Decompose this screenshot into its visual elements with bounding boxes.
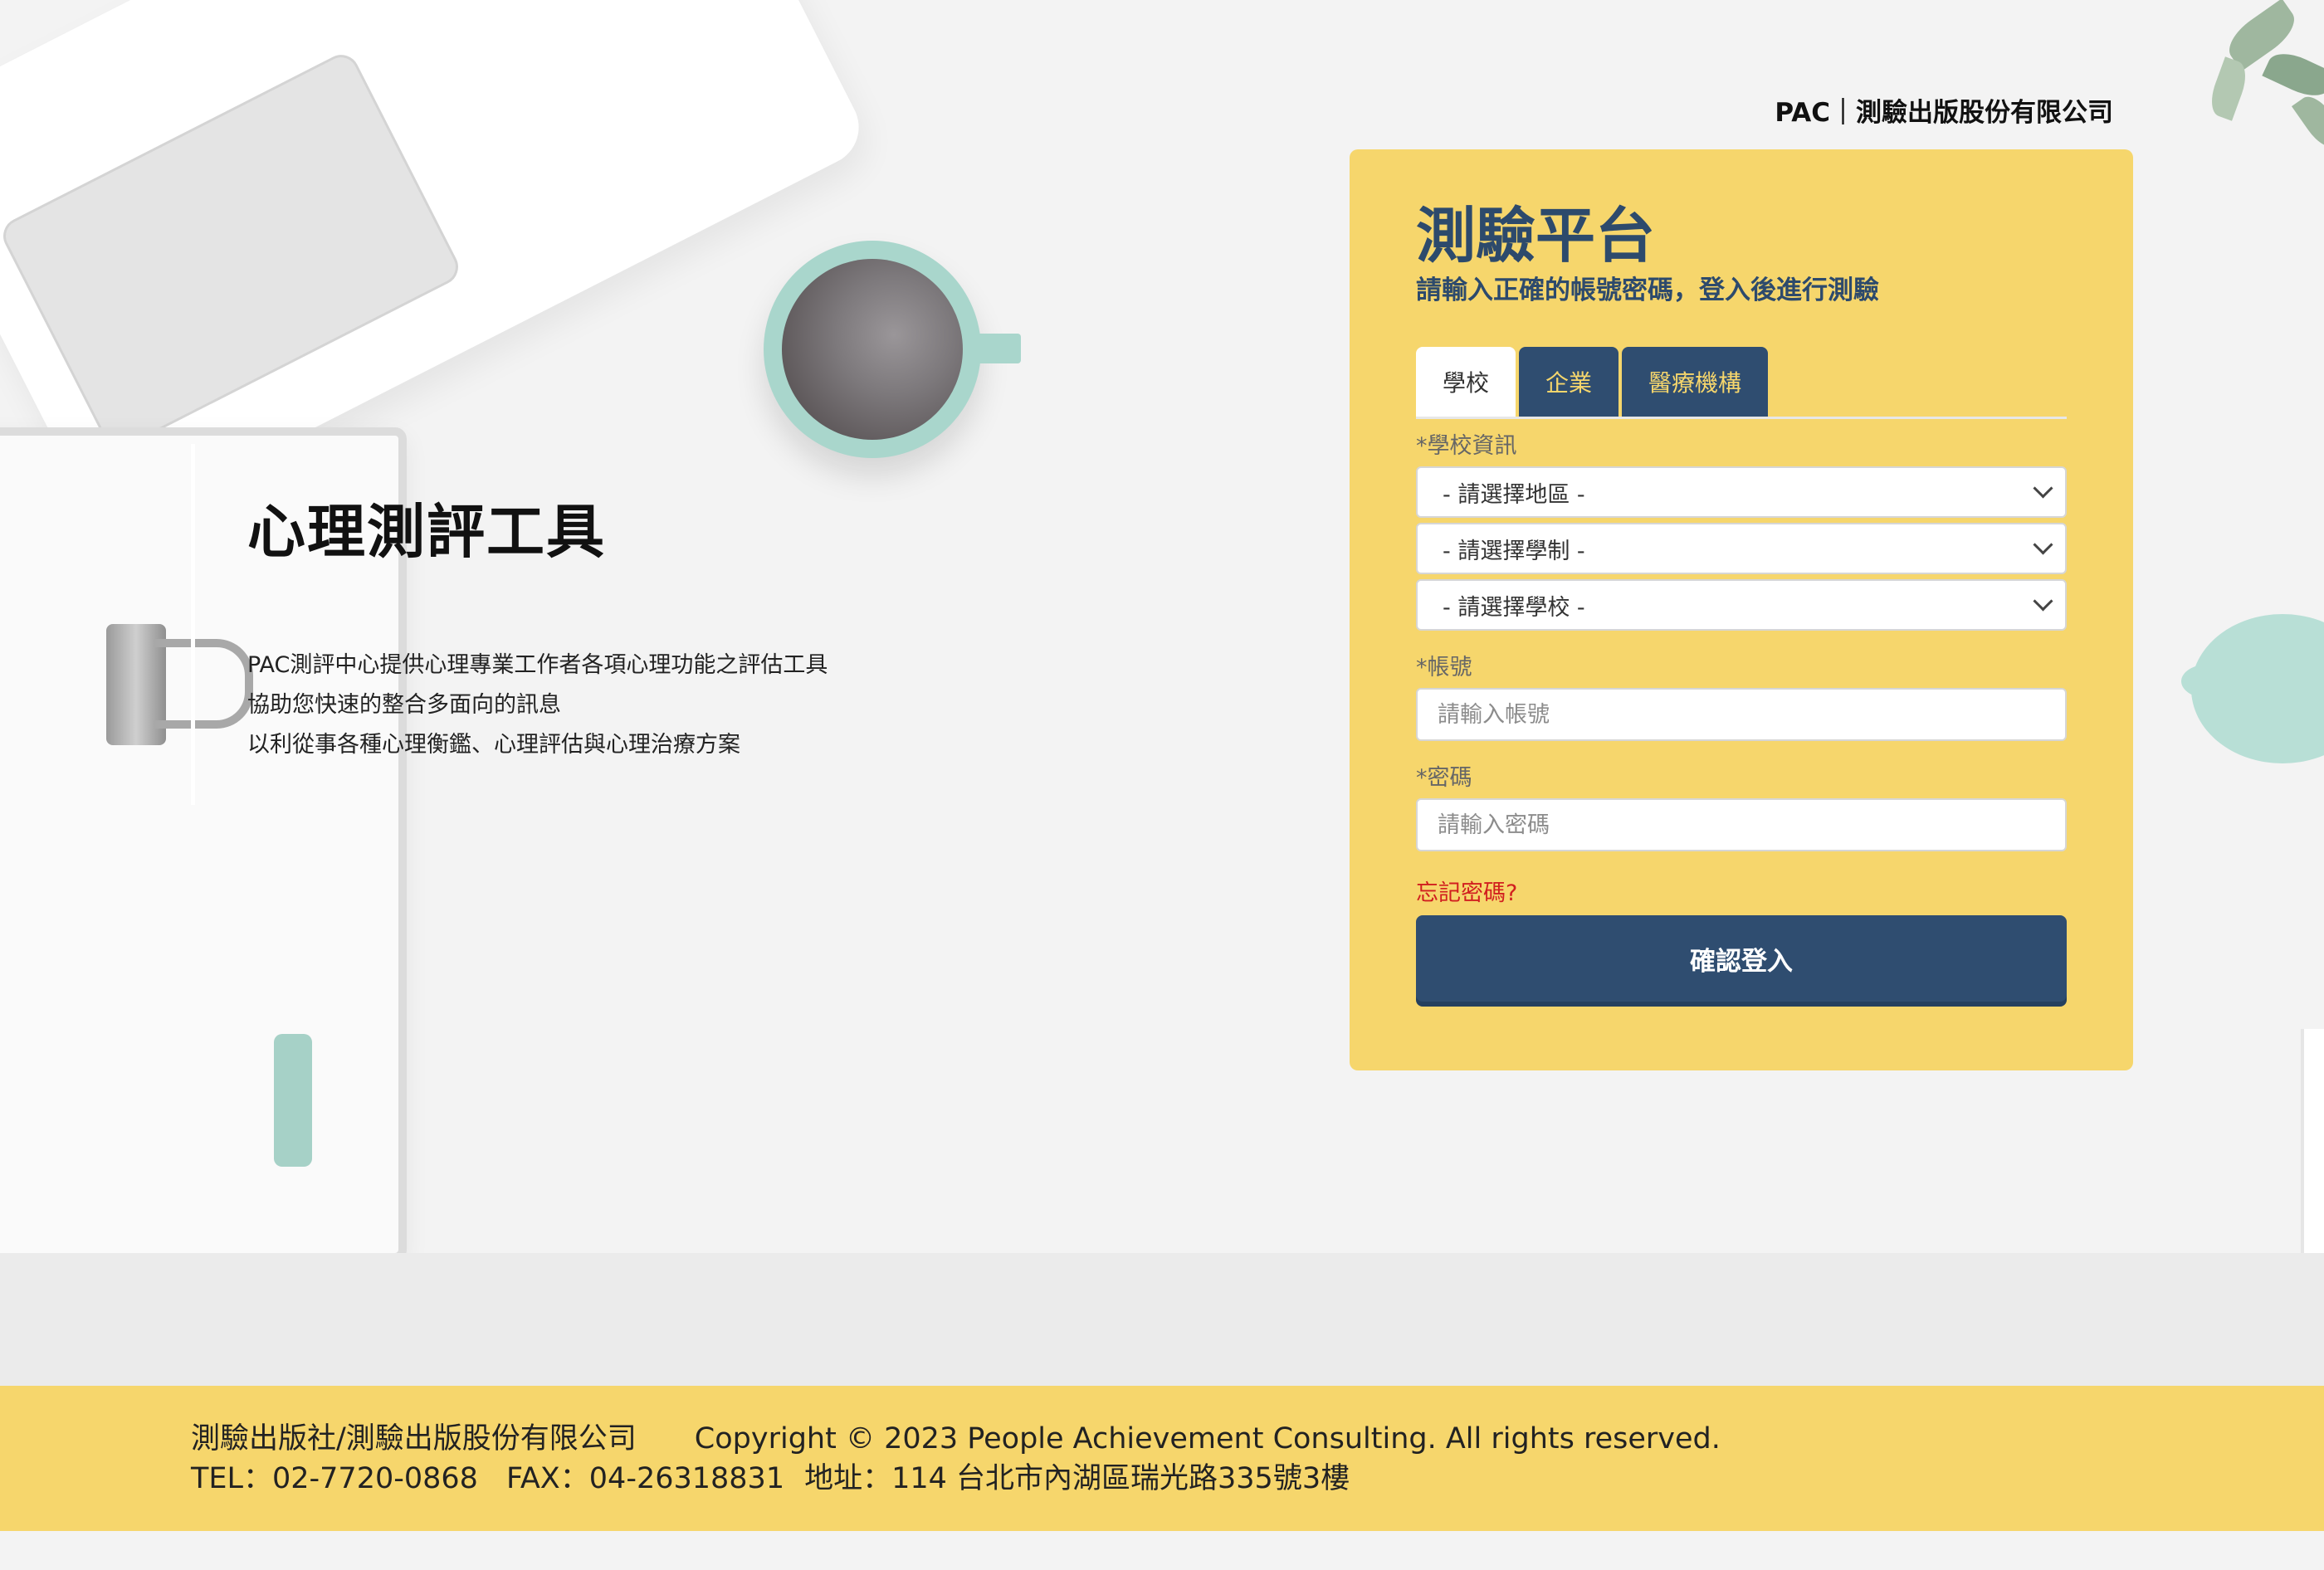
footer-fax: FAX：04-26318831 xyxy=(505,1462,785,1495)
teapot-image xyxy=(2191,614,2324,763)
coffee-cup-image xyxy=(764,241,981,458)
footer-row: TEL：02-7720-0868 FAX：04-26318831 地址：114 台北… xyxy=(191,1459,2324,1499)
plant-leaf-image xyxy=(2205,56,2252,121)
brand-name: PAC｜測驗出版股份有限公司 xyxy=(1775,98,2113,128)
intro-line: PAC測評中心提供心理專業工作者各項心理功能之評估工具 xyxy=(247,652,828,678)
school-select-value: - 請選擇學校 - xyxy=(1443,594,1585,621)
bottom-strip xyxy=(0,1531,2324,1570)
footer-tel: TEL：02-7720-0868 xyxy=(191,1462,478,1495)
login-title: 測驗平台 xyxy=(1416,201,1656,271)
tab-enterprise[interactable]: 企業 xyxy=(1519,347,1619,417)
school-info-label: *學校資訊 xyxy=(1416,433,1517,459)
school-select[interactable]: - 請選擇學校 - xyxy=(1416,579,2067,631)
plant-leaf-image xyxy=(2220,0,2303,71)
coffee-image xyxy=(782,259,963,440)
tab-medical-institution[interactable]: 醫療機構 xyxy=(1622,347,1769,417)
tab-school[interactable]: 學校 xyxy=(1416,347,1516,417)
chevron-down-icon xyxy=(2033,591,2053,612)
bottom-band xyxy=(0,1253,2324,1386)
intro-description: PAC測評中心提供心理專業工作者各項心理功能之評估工具 協助您快速的整合多面向的… xyxy=(247,646,938,765)
login-type-tabs: 學校 企業 醫療機構 xyxy=(1416,347,2067,419)
intro-section: 心理測評工具 PAC測評中心提供心理專業工作者各項心理功能之評估工具 協助您快速… xyxy=(191,444,938,805)
login-submit-button[interactable]: 確認登入 xyxy=(1416,915,2067,1002)
laptop-trackpad-image xyxy=(0,48,465,455)
login-subtitle: 請輸入正確的帳號密碼，登入後進行測驗 xyxy=(1416,275,1879,305)
intro-line: 協助您快速的整合多面向的訊息 xyxy=(247,692,561,718)
region-select[interactable]: - 請選擇地區 - xyxy=(1416,466,2067,518)
binder-clip-image xyxy=(106,624,166,745)
chevron-down-icon xyxy=(2033,478,2053,499)
login-panel: 測驗平台 請輸入正確的帳號密碼，登入後進行測驗 學校 企業 醫療機構 *學校資訊… xyxy=(1350,149,2133,1070)
password-label: *密碼 xyxy=(1416,765,1472,791)
school-level-select[interactable]: - 請選擇學制 - xyxy=(1416,523,2067,574)
forgot-password-link[interactable]: 忘記密碼? xyxy=(1416,875,1517,907)
footer-address: 地址：114 台北市內湖區瑞光路335號3樓 xyxy=(804,1462,1350,1495)
password-input[interactable] xyxy=(1416,798,2067,851)
account-input[interactable] xyxy=(1416,688,2067,741)
account-label: *帳號 xyxy=(1416,655,1472,680)
teapot-spout-image xyxy=(2181,664,2239,699)
plant-leaf-image xyxy=(2262,45,2324,105)
chevron-down-icon xyxy=(2033,534,2053,555)
region-select-value: - 請選擇地區 - xyxy=(1443,481,1585,508)
footer-copyright: Copyright © 2023 People Achievement Cons… xyxy=(694,1422,1721,1455)
intro-title: 心理測評工具 xyxy=(247,498,606,566)
cup-handle-image xyxy=(971,334,1021,363)
footer-row: 測驗出版社/測驗出版股份有限公司 Copyright © 2023 People … xyxy=(191,1419,2324,1459)
plant-leaf-image xyxy=(2291,90,2324,154)
footer-company: 測驗出版社/測驗出版股份有限公司 xyxy=(191,1422,637,1455)
school-level-select-value: - 請選擇學制 - xyxy=(1443,538,1585,564)
eraser-image xyxy=(274,1034,312,1167)
intro-line: 以利從事各種心理衡鑑、心理評估與心理治療方案 xyxy=(247,732,740,758)
footer: 測驗出版社/測驗出版股份有限公司 Copyright © 2023 People … xyxy=(0,1386,2324,1531)
paper-edge-image xyxy=(2301,1029,2324,1377)
